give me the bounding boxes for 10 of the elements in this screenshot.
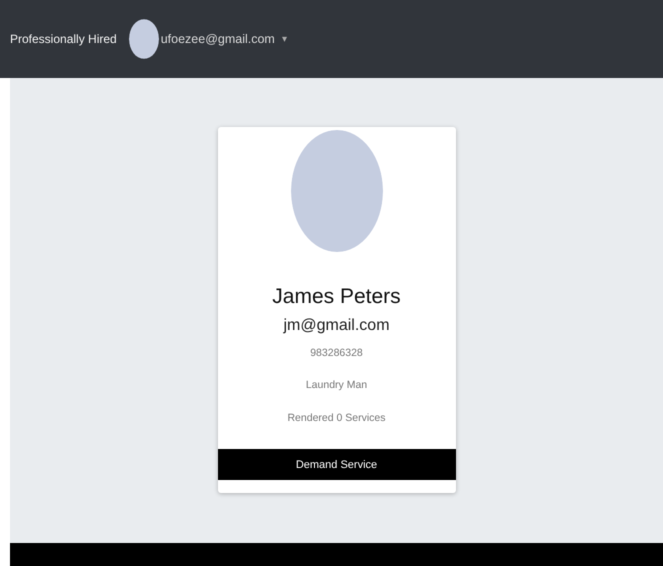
services-count: Rendered 0 Services [287,412,386,424]
demand-service-button[interactable]: Demand Service [218,449,456,480]
profile-occupation: Laundry Man [306,379,368,391]
avatar-icon [128,17,159,61]
profile-email: jm@gmail.com [283,317,390,335]
profile-phone: 983286328 [310,347,363,359]
user-email[interactable]: ufoezee@gmail.com [160,32,275,46]
brand-name[interactable]: Professionally Hired [10,32,117,46]
profile-name: James Peters [272,285,401,309]
caret-icon[interactable]: ▾ [282,33,287,45]
